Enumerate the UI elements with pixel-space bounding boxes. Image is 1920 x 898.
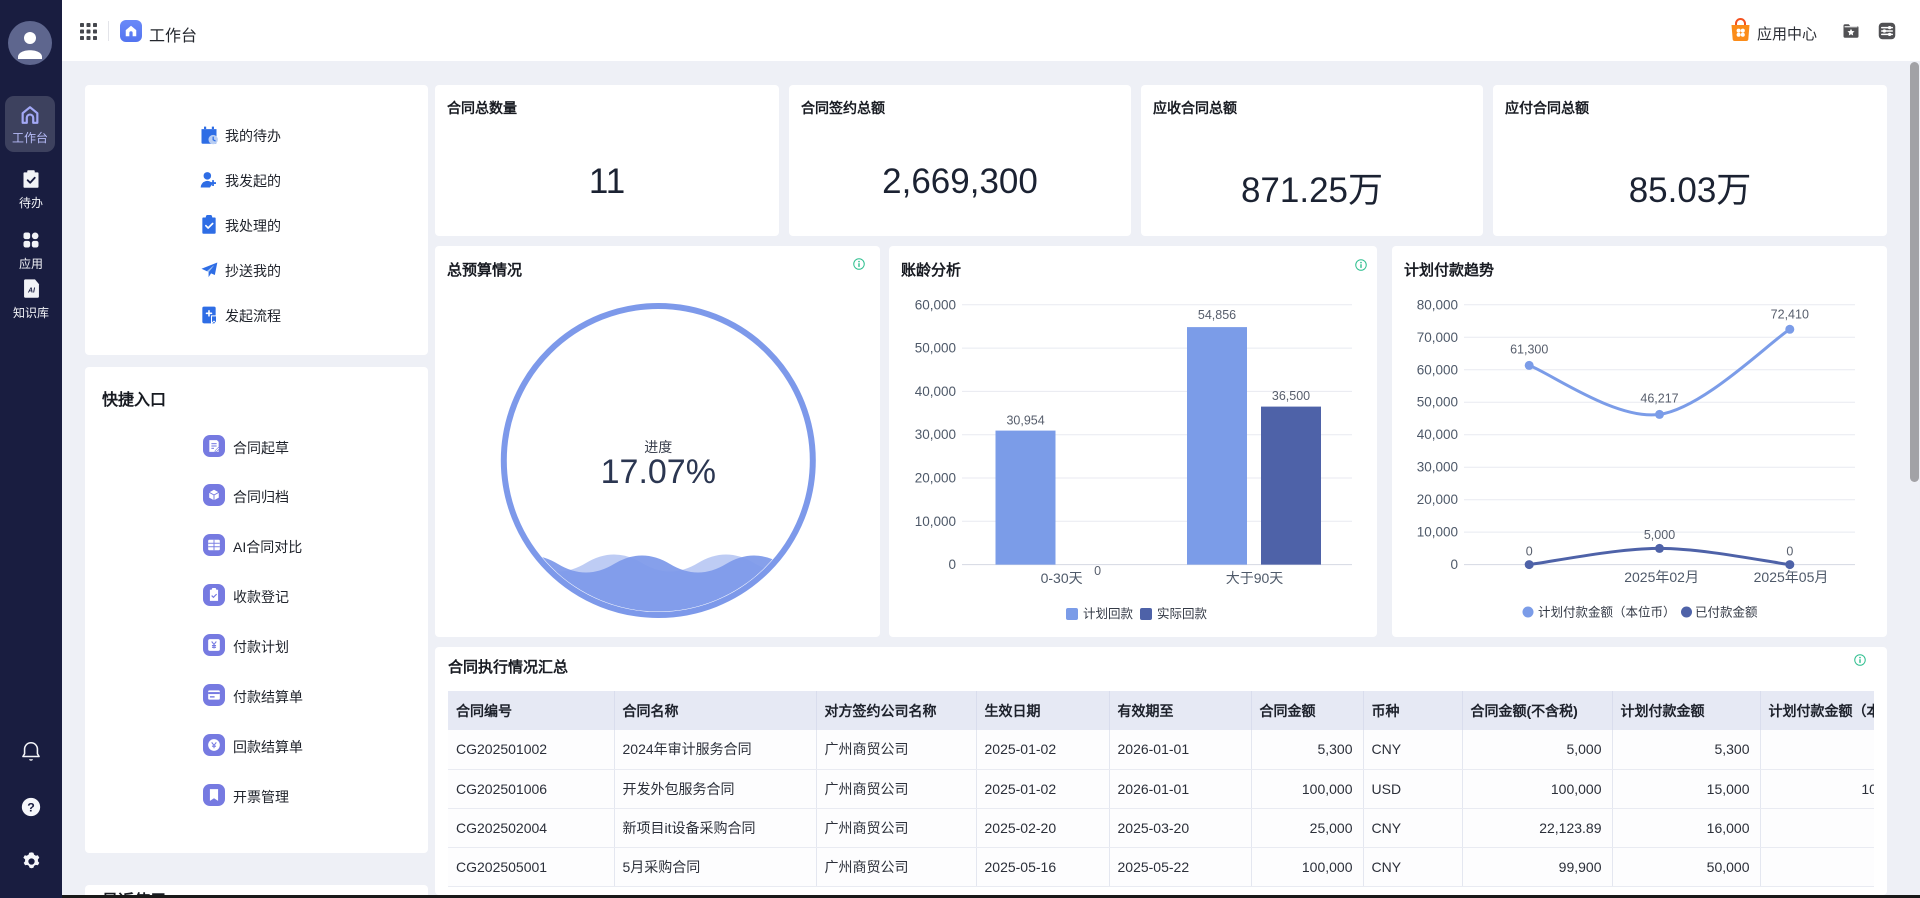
svg-text:72,410: 72,410 — [1771, 307, 1809, 321]
svg-text:30,954: 30,954 — [1006, 414, 1044, 428]
svg-text:0-30天: 0-30天 — [1041, 570, 1083, 586]
svg-text:30,000: 30,000 — [915, 427, 956, 442]
svg-text:0: 0 — [1786, 545, 1793, 559]
svg-text:AI: AI — [27, 287, 36, 294]
svg-text:70,000: 70,000 — [1417, 330, 1458, 345]
svg-text:5,000: 5,000 — [1644, 528, 1675, 542]
svg-text:40,000: 40,000 — [1417, 427, 1458, 442]
svg-text:50,000: 50,000 — [1417, 395, 1458, 410]
svg-text:36,500: 36,500 — [1272, 389, 1310, 403]
svg-text:10,000: 10,000 — [1417, 525, 1458, 540]
svg-text:实际回款: 实际回款 — [1157, 606, 1208, 621]
svg-text:20,000: 20,000 — [915, 471, 956, 486]
svg-text:0: 0 — [1450, 557, 1458, 572]
svg-text:61,300: 61,300 — [1510, 342, 1548, 356]
svg-text:46,217: 46,217 — [1640, 391, 1678, 405]
svg-text:50,000: 50,000 — [915, 341, 956, 356]
svg-text:30,000: 30,000 — [1417, 460, 1458, 475]
svg-text:0: 0 — [1094, 564, 1101, 578]
svg-text:大于90天: 大于90天 — [1226, 570, 1284, 586]
svg-text:0: 0 — [1526, 545, 1533, 559]
svg-text:计划付款金额（本位币）: 计划付款金额（本位币） — [1538, 605, 1676, 620]
svg-text:2025年02月: 2025年02月 — [1624, 569, 1699, 585]
svg-text:60,000: 60,000 — [915, 297, 956, 312]
svg-text:17.07%: 17.07% — [601, 453, 716, 491]
svg-text:60,000: 60,000 — [1417, 362, 1458, 377]
svg-text:20,000: 20,000 — [1417, 492, 1458, 507]
svg-text:10,000: 10,000 — [915, 514, 956, 529]
svg-text:计划回款: 计划回款 — [1083, 607, 1134, 621]
svg-text:54,856: 54,856 — [1198, 308, 1236, 322]
svg-text:0: 0 — [948, 557, 956, 572]
svg-text:80,000: 80,000 — [1417, 297, 1458, 312]
svg-text:?: ? — [27, 801, 35, 815]
svg-text:40,000: 40,000 — [915, 384, 956, 399]
svg-text:已付款金额: 已付款金额 — [1695, 605, 1758, 620]
svg-text:2025年05月: 2025年05月 — [1754, 569, 1829, 585]
